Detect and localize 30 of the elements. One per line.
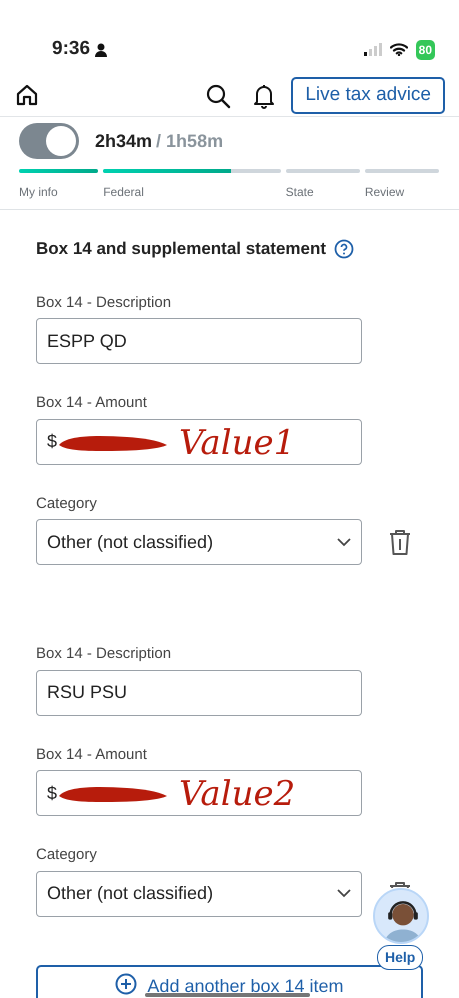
- step-label: State: [286, 184, 315, 201]
- step-label: Review: [364, 184, 406, 201]
- description-field[interactable]: RSU PSU: [36, 670, 362, 716]
- clock-time: 9:36: [52, 37, 90, 62]
- category-select[interactable]: Other (not classified): [36, 870, 362, 916]
- step-label: Federal: [103, 184, 145, 201]
- step-label: My info: [19, 184, 59, 201]
- field-label: Box 14 - Description: [36, 292, 172, 312]
- amount-value: $: [47, 430, 58, 453]
- amount-field[interactable]: $ Value1: [36, 418, 362, 464]
- category-value: Other (not classified): [47, 530, 214, 554]
- category-select[interactable]: Other (not classified): [36, 519, 362, 565]
- handwritten-note: Value2: [179, 777, 296, 811]
- section-title: Box 14 and supplemental statement: [36, 238, 326, 260]
- field-label: Category: [36, 494, 98, 514]
- battery-level: 80: [416, 40, 435, 60]
- elapsed-time: 2h34m: [95, 130, 152, 152]
- handwritten-note: Value1: [179, 426, 296, 460]
- field-label: Box 14 - Amount: [36, 744, 148, 764]
- help-label[interactable]: Help: [377, 945, 424, 970]
- field-label: Box 14 - Amount: [36, 393, 148, 413]
- field-label: Box 14 - Description: [36, 644, 172, 664]
- field-label: Category: [36, 845, 98, 865]
- add-item-button[interactable]: Add another box 14 item: [36, 965, 423, 998]
- advice-button[interactable]: Live tax advice: [291, 77, 445, 114]
- category-value: Other (not classified): [47, 882, 214, 905]
- estimated-time: / 1h58m: [156, 130, 224, 152]
- amount-value: $: [47, 782, 58, 804]
- amount-field[interactable]: $ Value2: [36, 770, 362, 816]
- description-field[interactable]: ESPP QD: [36, 318, 362, 364]
